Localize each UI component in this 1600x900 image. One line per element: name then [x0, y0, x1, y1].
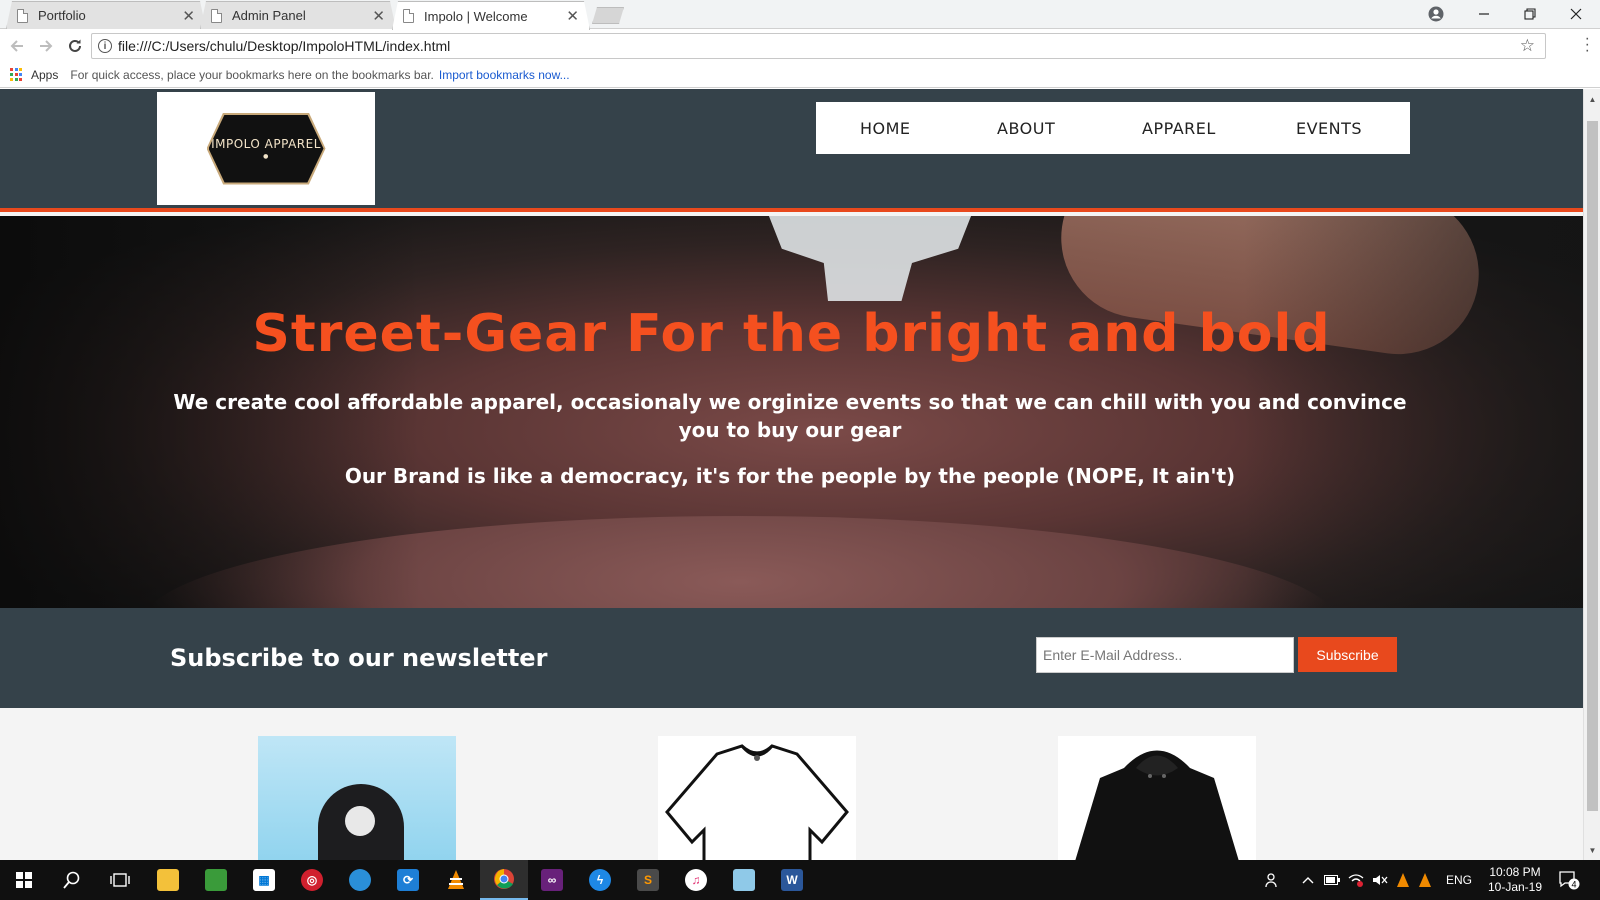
hero-cap-logo: [765, 216, 975, 301]
logo-badge: IMPOLO APPAREL ●: [206, 112, 326, 185]
clock[interactable]: 10:08 PM 10-Jan-19: [1485, 865, 1545, 895]
file-explorer-icon[interactable]: [144, 860, 192, 900]
target-app-icon[interactable]: ◎: [288, 860, 336, 900]
people-icon[interactable]: [1265, 860, 1283, 900]
tab-title: Admin Panel: [232, 8, 306, 23]
tab-title: Impolo | Welcome: [424, 8, 528, 24]
import-bookmarks-link[interactable]: Import bookmarks now...: [439, 68, 570, 82]
restore-icon[interactable]: [1508, 0, 1552, 28]
hoodie-icon: [1075, 750, 1239, 860]
tab-strip: Portfolio ✕ Admin Panel ✕ Impolo | Welco…: [0, 0, 1600, 29]
new-tab-button[interactable]: [592, 7, 624, 24]
back-arrow-icon[interactable]: [5, 34, 29, 58]
scroll-down-icon[interactable]: ▼: [1584, 842, 1600, 858]
hero-subtitle: We create cool affordable apparel, occas…: [173, 390, 1407, 442]
newsletter-section: Subscribe to our newsletter Subscribe: [0, 608, 1583, 708]
vlc-tray-icon[interactable]: [1396, 860, 1410, 900]
browser-toolbar: i file:///C:/Users/chulu/Desktop/ImpoloH…: [0, 30, 1600, 62]
hero-title: Street-Gear For the bright and bold: [252, 304, 1331, 364]
newsletter-heading: Subscribe to our newsletter: [170, 644, 548, 672]
tab-admin-panel[interactable]: Admin Panel ✕: [200, 1, 396, 29]
product-tshirt-image[interactable]: [658, 736, 856, 860]
address-bar[interactable]: i file:///C:/Users/chulu/Desktop/ImpoloH…: [91, 33, 1546, 59]
logo[interactable]: IMPOLO APPAREL ●: [157, 92, 375, 205]
chrome-icon[interactable]: [480, 860, 528, 900]
nav-events[interactable]: EVENTS: [1296, 119, 1362, 138]
sublime-text-icon[interactable]: S: [624, 860, 672, 900]
volume-muted-icon[interactable]: [1372, 860, 1388, 900]
windows-start-icon[interactable]: [0, 860, 48, 900]
subscribe-button[interactable]: Subscribe: [1298, 637, 1397, 672]
notification-count: 4: [1571, 880, 1576, 890]
page-scrollbar[interactable]: ▲ ▼: [1583, 89, 1600, 860]
bookmarks-bar: Apps For quick access, place your bookma…: [0, 62, 1600, 88]
close-icon[interactable]: ✕: [372, 7, 385, 25]
reload-icon[interactable]: [63, 34, 87, 58]
action-center-icon[interactable]: 4: [1558, 860, 1580, 900]
vlc-tray-icon-2[interactable]: [1418, 860, 1432, 900]
itunes-icon[interactable]: ♫: [672, 860, 720, 900]
chevron-up-icon[interactable]: [1302, 860, 1314, 900]
url-text[interactable]: file:///C:/Users/chulu/Desktop/ImpoloHTM…: [118, 38, 1520, 54]
logo-text: IMPOLO APPAREL: [211, 137, 321, 151]
close-icon[interactable]: ✕: [566, 7, 579, 25]
hero-banner: Street-Gear For the bright and bold We c…: [0, 216, 1583, 608]
page-icon: [211, 9, 222, 23]
close-icon[interactable]: ✕: [182, 7, 195, 25]
sync-app-icon[interactable]: ⟳: [384, 860, 432, 900]
nav-apparel[interactable]: APPAREL: [1142, 119, 1216, 138]
word-icon[interactable]: W: [768, 860, 816, 900]
tab-title: Portfolio: [38, 8, 86, 23]
taskbar: ▦ ◎ ⟳ ∞ ϟ S ♫ W ENG 10:08 PM 10-Jan-19 4: [0, 860, 1600, 900]
tab-portfolio[interactable]: Portfolio ✕: [6, 1, 206, 29]
site-header: IMPOLO APPAREL ● HOME ABOUT APPAREL EVEN…: [0, 89, 1583, 212]
nav-about[interactable]: ABOUT: [997, 119, 1055, 138]
page-icon: [403, 9, 414, 23]
product-hoodie-image[interactable]: [1058, 736, 1256, 860]
page-icon: [17, 9, 28, 23]
apps-grid-icon[interactable]: [10, 68, 23, 81]
network-icon[interactable]: [1348, 860, 1364, 900]
info-icon[interactable]: i: [98, 39, 112, 53]
email-field[interactable]: [1036, 637, 1294, 673]
visual-studio-icon[interactable]: ∞: [528, 860, 576, 900]
minimize-icon[interactable]: [1462, 0, 1506, 28]
task-view-icon[interactable]: [96, 860, 144, 900]
scroll-thumb[interactable]: [1587, 121, 1598, 811]
globe-app-icon[interactable]: [336, 860, 384, 900]
search-icon[interactable]: [48, 860, 96, 900]
main-nav: HOME ABOUT APPAREL EVENTS: [816, 102, 1410, 154]
lightning-app-icon[interactable]: ϟ: [576, 860, 624, 900]
scroll-up-icon[interactable]: ▲: [1584, 91, 1600, 107]
clock-date: 10-Jan-19: [1487, 880, 1543, 894]
clock-time: 10:08 PM: [1489, 865, 1541, 879]
hero-tagline: Our Brand is like a democracy, it's for …: [344, 464, 1236, 488]
tab-impolo-welcome[interactable]: Impolo | Welcome ✕: [392, 1, 590, 30]
bookmarks-hint: For quick access, place your bookmarks h…: [70, 67, 434, 82]
tshirt-icon: [665, 744, 849, 860]
browser-menu-icon[interactable]: · · ·: [1585, 31, 1590, 59]
nav-home[interactable]: HOME: [860, 119, 911, 138]
language-indicator[interactable]: ENG: [1446, 860, 1472, 900]
tools-icon[interactable]: [192, 860, 240, 900]
bookmark-star-icon[interactable]: ☆: [1520, 36, 1535, 56]
page-viewport: IMPOLO APPAREL ● HOME ABOUT APPAREL EVEN…: [0, 89, 1583, 860]
store-icon[interactable]: ▦: [240, 860, 288, 900]
cap-logo-icon: [345, 806, 375, 836]
close-window-icon[interactable]: [1554, 0, 1598, 28]
forward-arrow-icon[interactable]: [34, 34, 58, 58]
profile-icon[interactable]: [1414, 0, 1458, 28]
vlc-icon[interactable]: [432, 860, 480, 900]
notepad-icon[interactable]: [720, 860, 768, 900]
apps-shortcut[interactable]: Apps: [31, 68, 58, 82]
battery-icon[interactable]: [1324, 860, 1340, 900]
products-section: [0, 708, 1583, 860]
logo-dot-icon: ●: [263, 153, 269, 160]
product-cap-image[interactable]: [258, 736, 456, 860]
